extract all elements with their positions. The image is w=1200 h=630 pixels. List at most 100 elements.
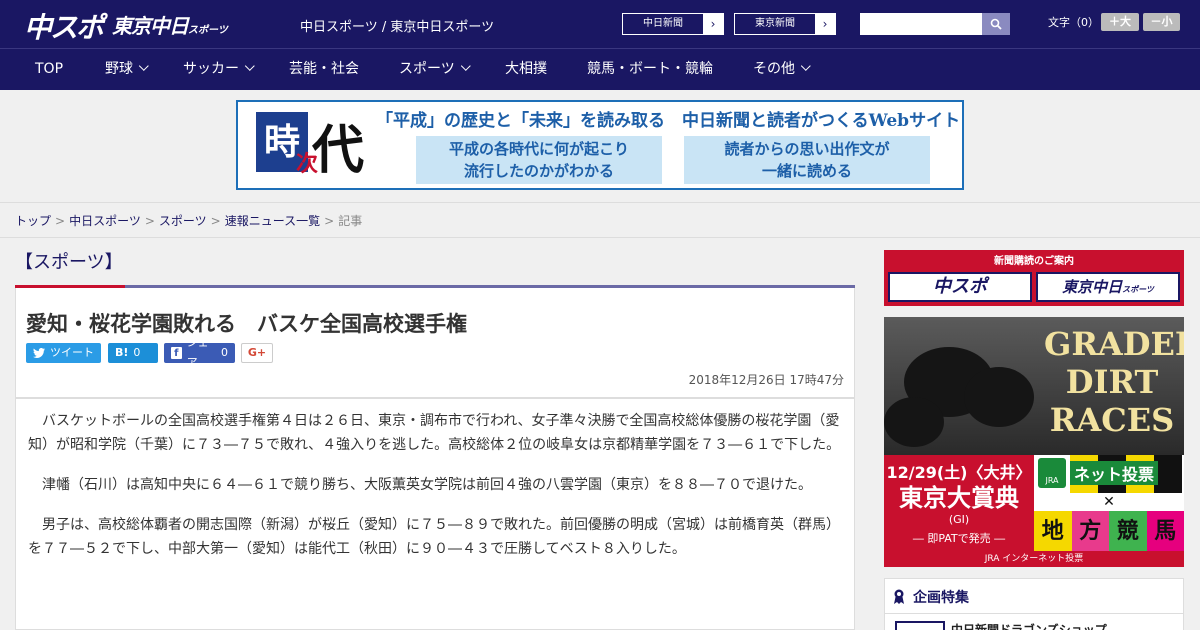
- top-bar: 中スポ 東京中日スポーツ 中日スポーツ / 東京中日スポーツ 中日新聞 › 東京…: [0, 0, 1200, 48]
- chuspo-logo[interactable]: 中スポ: [24, 6, 104, 46]
- search-icon: [990, 18, 1002, 30]
- breadcrumb-chunichi-sports[interactable]: 中日スポーツ: [69, 214, 141, 228]
- horse-silhouette: [964, 367, 1034, 427]
- tokyo-chunichi-logo[interactable]: 東京中日スポーツ: [112, 10, 228, 39]
- hatena-count: 0: [133, 346, 141, 359]
- nav-item-soccer[interactable]: サッカー: [183, 49, 255, 90]
- article-paragraph: バスケットボールの全国高校選手権第４日は２６日、東京・調布市で行われ、女子準々決…: [28, 413, 841, 453]
- font-smaller-button[interactable]: －小: [1143, 13, 1180, 31]
- facebook-share-button[interactable]: f シェア 0: [164, 336, 235, 369]
- nav-label: 大相撲: [505, 61, 547, 77]
- tweet-button[interactable]: ツイート: [26, 343, 101, 363]
- twitter-icon: [33, 348, 45, 358]
- search-input[interactable]: [860, 13, 982, 35]
- banner-box-left: 平成の各時代に何が起こり 流行したのかがわかる: [416, 136, 662, 184]
- banner-box-right: 読者からの思い出作文が 一緒に読める: [684, 136, 930, 184]
- jidai-logo: 時 代 次: [238, 102, 376, 188]
- subscribe-tokyo-text: 東京中日: [1062, 278, 1123, 296]
- ad-chiho-char: 馬: [1146, 511, 1184, 551]
- jra-logo: JRA: [1038, 458, 1066, 488]
- ad-chiho-keiba: 地 方 競 馬: [1034, 511, 1184, 551]
- facebook-icon: f: [171, 347, 182, 359]
- section-heading: 【スポーツ】: [15, 252, 123, 273]
- chevron-right-icon: ›: [815, 14, 835, 34]
- hatena-icon: B!: [115, 346, 129, 359]
- feature-thumbnail[interactable]: [895, 621, 945, 630]
- banner-box-line: 平成の各時代に何が起こり: [448, 140, 629, 158]
- ad-chiho-char: 方: [1071, 511, 1109, 551]
- nav-label: その他: [753, 61, 795, 77]
- font-bigger-button[interactable]: ＋大: [1101, 13, 1139, 31]
- ad-bar: [1154, 455, 1182, 493]
- feature-divider: [885, 613, 1183, 614]
- google-plus-icon: G+: [247, 346, 267, 359]
- ext-link-label: 東京新聞: [755, 18, 795, 29]
- article-date: 2018年12月26日 17時47分: [688, 373, 844, 387]
- nav-item-sumo[interactable]: 大相撲: [505, 49, 547, 90]
- subscription-heading: 新聞購読のご案内: [994, 256, 1074, 267]
- chevron-down-icon: [138, 61, 149, 71]
- ad-chiho-char: 地: [1034, 511, 1072, 551]
- nav-item-entertainment[interactable]: 芸能・社会: [289, 49, 359, 90]
- breadcrumb-sep: >: [144, 214, 155, 228]
- feature-section: 企画特集 中日新聞ドラゴンズショップ: [884, 578, 1184, 630]
- main-nav: TOP 野球 サッカー 芸能・社会 スポーツ 大相撲 競馬・ボート・競輪 その他: [0, 48, 1200, 90]
- nav-label: サッカー: [183, 61, 239, 77]
- chunichi-shimbun-link[interactable]: 中日新聞 ›: [622, 13, 724, 35]
- search-button[interactable]: [982, 13, 1010, 35]
- jidai-banner[interactable]: 時 代 次 「平成」の歴史と「未来」を読み取る 中日新聞と読者がつくるWebサイ…: [236, 100, 964, 190]
- tokyo-logo-small: スポーツ: [188, 25, 228, 36]
- ext-link-label: 中日新聞: [643, 18, 683, 29]
- nav-item-other[interactable]: その他: [753, 49, 811, 90]
- subscription-box: 新聞購読のご案内 中スポ 東京中日スポーツ: [884, 250, 1184, 306]
- jra-ad-banner[interactable]: GRADED DIRT RACES 12/29(土)〈大井〉 東京大賞典 (GI…: [884, 317, 1184, 567]
- nav-label: 芸能・社会: [289, 61, 359, 77]
- ad-race-date: 12/29(土)〈大井〉: [886, 463, 1032, 482]
- feature-item-link[interactable]: 中日新聞ドラゴンズショップ: [951, 621, 1107, 630]
- nav-label: 競馬・ボート・競輪: [587, 61, 713, 77]
- article-header: 愛知・桜花学園敗れる バスケ全国高校選手権 ツイート B! 0 f シェア 0 …: [15, 288, 855, 398]
- ad-race-grade: (GI): [948, 513, 970, 526]
- banner-box-line: 流行したのかがわかる: [463, 162, 614, 180]
- subscribe-tokyo-small: スポーツ: [1122, 285, 1154, 294]
- breadcrumb-current: 記事: [338, 214, 363, 228]
- nav-item-baseball[interactable]: 野球: [105, 49, 149, 90]
- nav-item-keiba[interactable]: 競馬・ボート・競輪: [587, 49, 713, 90]
- chevron-down-icon: [800, 61, 811, 71]
- tokyo-shimbun-link[interactable]: 東京新聞 ›: [734, 13, 836, 35]
- hatena-bookmark-button[interactable]: B! 0: [108, 343, 158, 363]
- chevron-down-icon: [244, 61, 255, 71]
- ribbon-icon: [894, 589, 904, 604]
- horse-silhouette: [884, 397, 944, 447]
- breadcrumb: トップ > 中日スポーツ > スポーツ > 速報ニュース一覧 > 記事: [15, 212, 362, 229]
- breadcrumb-sports[interactable]: スポーツ: [159, 214, 207, 228]
- site-names: 中日スポーツ / 東京中日スポーツ: [300, 20, 495, 35]
- subscribe-tokyo-button[interactable]: 東京中日スポーツ: [1036, 272, 1180, 302]
- nav-item-sports[interactable]: スポーツ: [399, 49, 471, 90]
- nav-label: TOP: [35, 61, 64, 77]
- ad-chiho-char: 競: [1109, 511, 1147, 551]
- banner-box-line: 一緒に読める: [761, 162, 852, 180]
- ad-race-name: 東京大賞典: [899, 483, 1019, 512]
- facebook-count: 0: [221, 346, 228, 359]
- article-body: バスケットボールの全国高校選手権第４日は２６日、東京・調布市で行われ、女子準々決…: [15, 398, 855, 630]
- google-plus-button[interactable]: G+: [241, 343, 273, 363]
- article-paragraph: 津幡（石川）は高知中央に６４―６１で競り勝ち、大阪薫英女学院は前回４強の八雲学園…: [42, 477, 812, 493]
- breadcrumb-home[interactable]: トップ: [15, 214, 51, 228]
- breadcrumb-bar: トップ > 中日スポーツ > スポーツ > 速報ニュース一覧 > 記事: [0, 202, 1200, 238]
- tokyo-logo-text: 東京中日: [112, 14, 189, 38]
- subscribe-chuspo-button[interactable]: 中スポ: [888, 272, 1032, 302]
- ad-net-top: JRA ネット投票: [1034, 455, 1184, 493]
- nav-label: 野球: [105, 61, 133, 77]
- feature-title: 企画特集: [893, 587, 969, 607]
- chevron-right-icon: ›: [703, 14, 723, 34]
- ad-graded-title: GRADED DIRT RACES: [1044, 325, 1184, 439]
- breadcrumb-sep: >: [324, 214, 335, 228]
- nav-item-top[interactable]: TOP: [35, 49, 63, 90]
- feature-title-text: 企画特集: [913, 590, 969, 606]
- banner-box-line: 読者からの思い出作文が: [724, 140, 890, 158]
- breadcrumb-news-list[interactable]: 速報ニュース一覧: [225, 214, 320, 228]
- article-paragraph: 男子は、高校総体覇者の開志国際（新潟）が桜丘（愛知）に７５―８９で敗れた。前回優…: [28, 517, 840, 557]
- logo-dai: 代: [312, 120, 365, 181]
- chevron-down-icon: [460, 61, 471, 71]
